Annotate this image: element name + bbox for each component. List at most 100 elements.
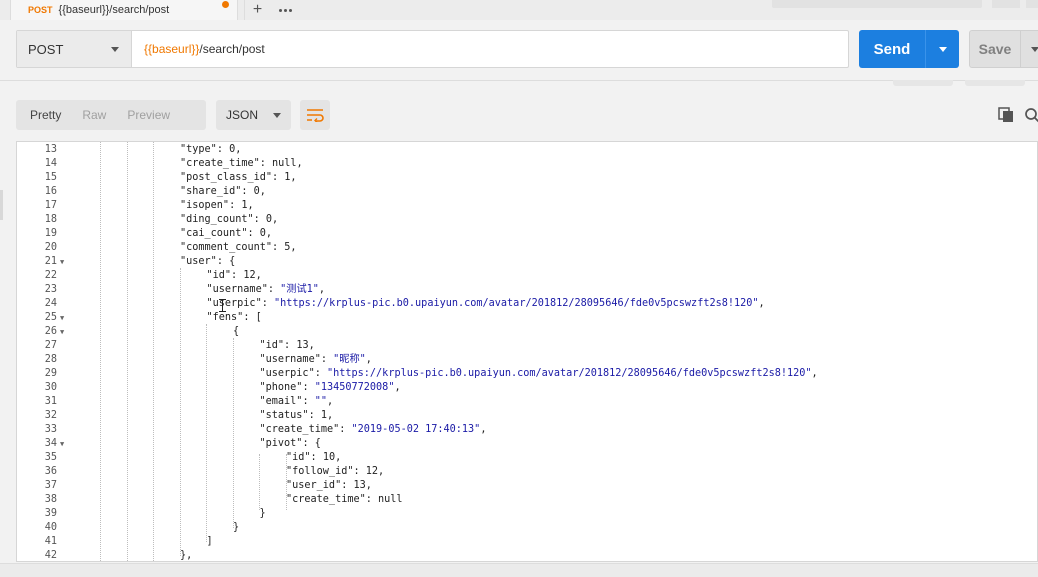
code-token: } bbox=[233, 522, 240, 533]
line-number: 21 bbox=[44, 256, 57, 267]
view-preview-button[interactable]: Preview bbox=[113, 108, 170, 122]
code-token: "isopen" bbox=[180, 200, 230, 211]
line-number: 41 bbox=[44, 536, 57, 547]
code-token: , bbox=[811, 368, 818, 379]
request-tab[interactable]: POST {{baseurl}}/search/post bbox=[10, 0, 238, 20]
code-text: "userpic": "https://krplus-pic.b0.upaiyu… bbox=[207, 297, 765, 311]
code-token: "pivot" bbox=[259, 438, 303, 449]
code-token: "ding_count" bbox=[180, 214, 254, 225]
save-options-button[interactable] bbox=[1020, 31, 1038, 67]
code-text: "phone": "13450772008", bbox=[260, 381, 401, 395]
code-text: "id": 13, bbox=[260, 339, 315, 353]
copy-icon[interactable] bbox=[998, 107, 1014, 123]
fold-toggle-icon[interactable]: ▼ bbox=[60, 311, 64, 325]
code-token: , bbox=[318, 284, 326, 295]
code-token: : 12, bbox=[231, 270, 262, 281]
code-token: ] bbox=[206, 536, 213, 547]
line-number: 31 bbox=[44, 396, 57, 407]
line-number: 35 bbox=[44, 452, 57, 463]
line-number: 39 bbox=[44, 508, 57, 519]
tab-method: POST bbox=[28, 5, 53, 15]
code-text: } bbox=[260, 507, 266, 521]
wrap-lines-button[interactable] bbox=[300, 100, 330, 130]
url-input[interactable]: {{baseurl}}/search/post bbox=[132, 31, 848, 67]
line-number: 20 bbox=[44, 242, 57, 253]
code-line: 28 "username": "昵称", bbox=[17, 353, 1037, 367]
code-text: "user_id": 13, bbox=[286, 479, 372, 493]
code-line: 23 "username": "测试1", bbox=[17, 283, 1037, 297]
code-token: "share_id" bbox=[180, 186, 242, 197]
code-token: "follow_id" bbox=[286, 466, 354, 477]
code-line: 19 "cai_count": 0, bbox=[17, 227, 1037, 241]
save-label: Save bbox=[978, 41, 1012, 57]
code-line: 37 "user_id": 13, bbox=[17, 479, 1037, 493]
code-line: 14 "create_time": null, bbox=[17, 157, 1037, 171]
line-number: 32 bbox=[44, 410, 57, 421]
code-token: : 0, bbox=[247, 228, 273, 239]
code-text: ] bbox=[207, 535, 213, 549]
code-token: , bbox=[327, 396, 334, 407]
format-select[interactable]: JSON bbox=[216, 100, 291, 130]
code-token: : [ bbox=[243, 312, 262, 323]
view-pretty-button[interactable]: Pretty bbox=[16, 108, 61, 122]
code-token: "fens" bbox=[206, 312, 244, 323]
method-select[interactable]: POST bbox=[17, 31, 132, 67]
fold-toggle-icon[interactable]: ▼ bbox=[60, 437, 64, 451]
method-label: POST bbox=[28, 41, 64, 57]
manage-environments-button[interactable] bbox=[1026, 0, 1038, 8]
environment-quick-look-button[interactable] bbox=[992, 0, 1020, 8]
string-token: "2019-05-02 17:40:13" bbox=[351, 424, 481, 435]
code-text: "id": 12, bbox=[207, 269, 262, 283]
code-token: : bbox=[267, 284, 281, 295]
line-number: 27 bbox=[44, 340, 57, 351]
line-number: 23 bbox=[44, 284, 57, 295]
code-text: "username": "测试1", bbox=[207, 283, 326, 297]
code-token: , bbox=[758, 298, 765, 309]
code-token: : { bbox=[302, 438, 321, 449]
url-path: /search/post bbox=[199, 42, 265, 56]
code-text: "share_id": 0, bbox=[180, 185, 266, 199]
code-line: 42}, bbox=[17, 549, 1037, 561]
environment-select[interactable] bbox=[772, 0, 982, 8]
code-text: "username": "昵称", bbox=[260, 353, 372, 367]
code-line: 31 "email": "", bbox=[17, 395, 1037, 409]
code-token: : 12, bbox=[353, 466, 385, 477]
search-icon[interactable] bbox=[1024, 107, 1038, 123]
line-number: 18 bbox=[44, 214, 57, 225]
line-number: 26 bbox=[44, 326, 57, 337]
code-token: "username" bbox=[206, 284, 268, 295]
line-number: 33 bbox=[44, 424, 57, 435]
code-token: : 1, bbox=[308, 410, 334, 421]
line-number: 37 bbox=[44, 480, 57, 491]
line-number: 42 bbox=[44, 550, 57, 561]
send-label: Send bbox=[873, 40, 911, 58]
code-link[interactable] bbox=[965, 80, 1025, 86]
sidebar-scrollbar[interactable] bbox=[0, 190, 3, 220]
code-line: 35 "id": 10, bbox=[17, 451, 1037, 465]
send-options-button[interactable] bbox=[925, 30, 959, 68]
save-button[interactable]: Save bbox=[969, 30, 1038, 68]
code-token: "id" bbox=[286, 452, 311, 463]
fold-toggle-icon[interactable]: ▼ bbox=[60, 255, 64, 269]
code-text: "type": 0, bbox=[180, 143, 241, 157]
code-token: "create_time" bbox=[180, 158, 260, 169]
code-token: "username" bbox=[259, 354, 321, 365]
code-text: "pivot": { bbox=[260, 437, 321, 451]
code-token: : 0, bbox=[216, 144, 242, 155]
line-number: 15 bbox=[44, 172, 57, 183]
new-tab-button[interactable]: + bbox=[244, 0, 270, 20]
send-button[interactable]: Send bbox=[859, 30, 959, 68]
fold-toggle-icon[interactable]: ▼ bbox=[60, 325, 64, 339]
line-number: 25 bbox=[44, 312, 57, 323]
tab-url: {{baseurl}}/search/post bbox=[58, 4, 170, 16]
code-token: "phone" bbox=[259, 382, 303, 393]
response-body-editor[interactable]: 13 "type": 0, 14 "create_time": null, 15 "pos… bbox=[16, 141, 1038, 562]
cookies-link[interactable] bbox=[893, 80, 953, 86]
dot-icon bbox=[283, 8, 287, 12]
more-tabs-button[interactable] bbox=[272, 0, 298, 20]
code-line: 13 "type": 0, bbox=[17, 143, 1037, 157]
plus-icon: + bbox=[252, 1, 263, 18]
code-token: "id" bbox=[206, 270, 232, 281]
code-token: : 13, bbox=[284, 340, 315, 351]
view-raw-button[interactable]: Raw bbox=[68, 108, 106, 122]
